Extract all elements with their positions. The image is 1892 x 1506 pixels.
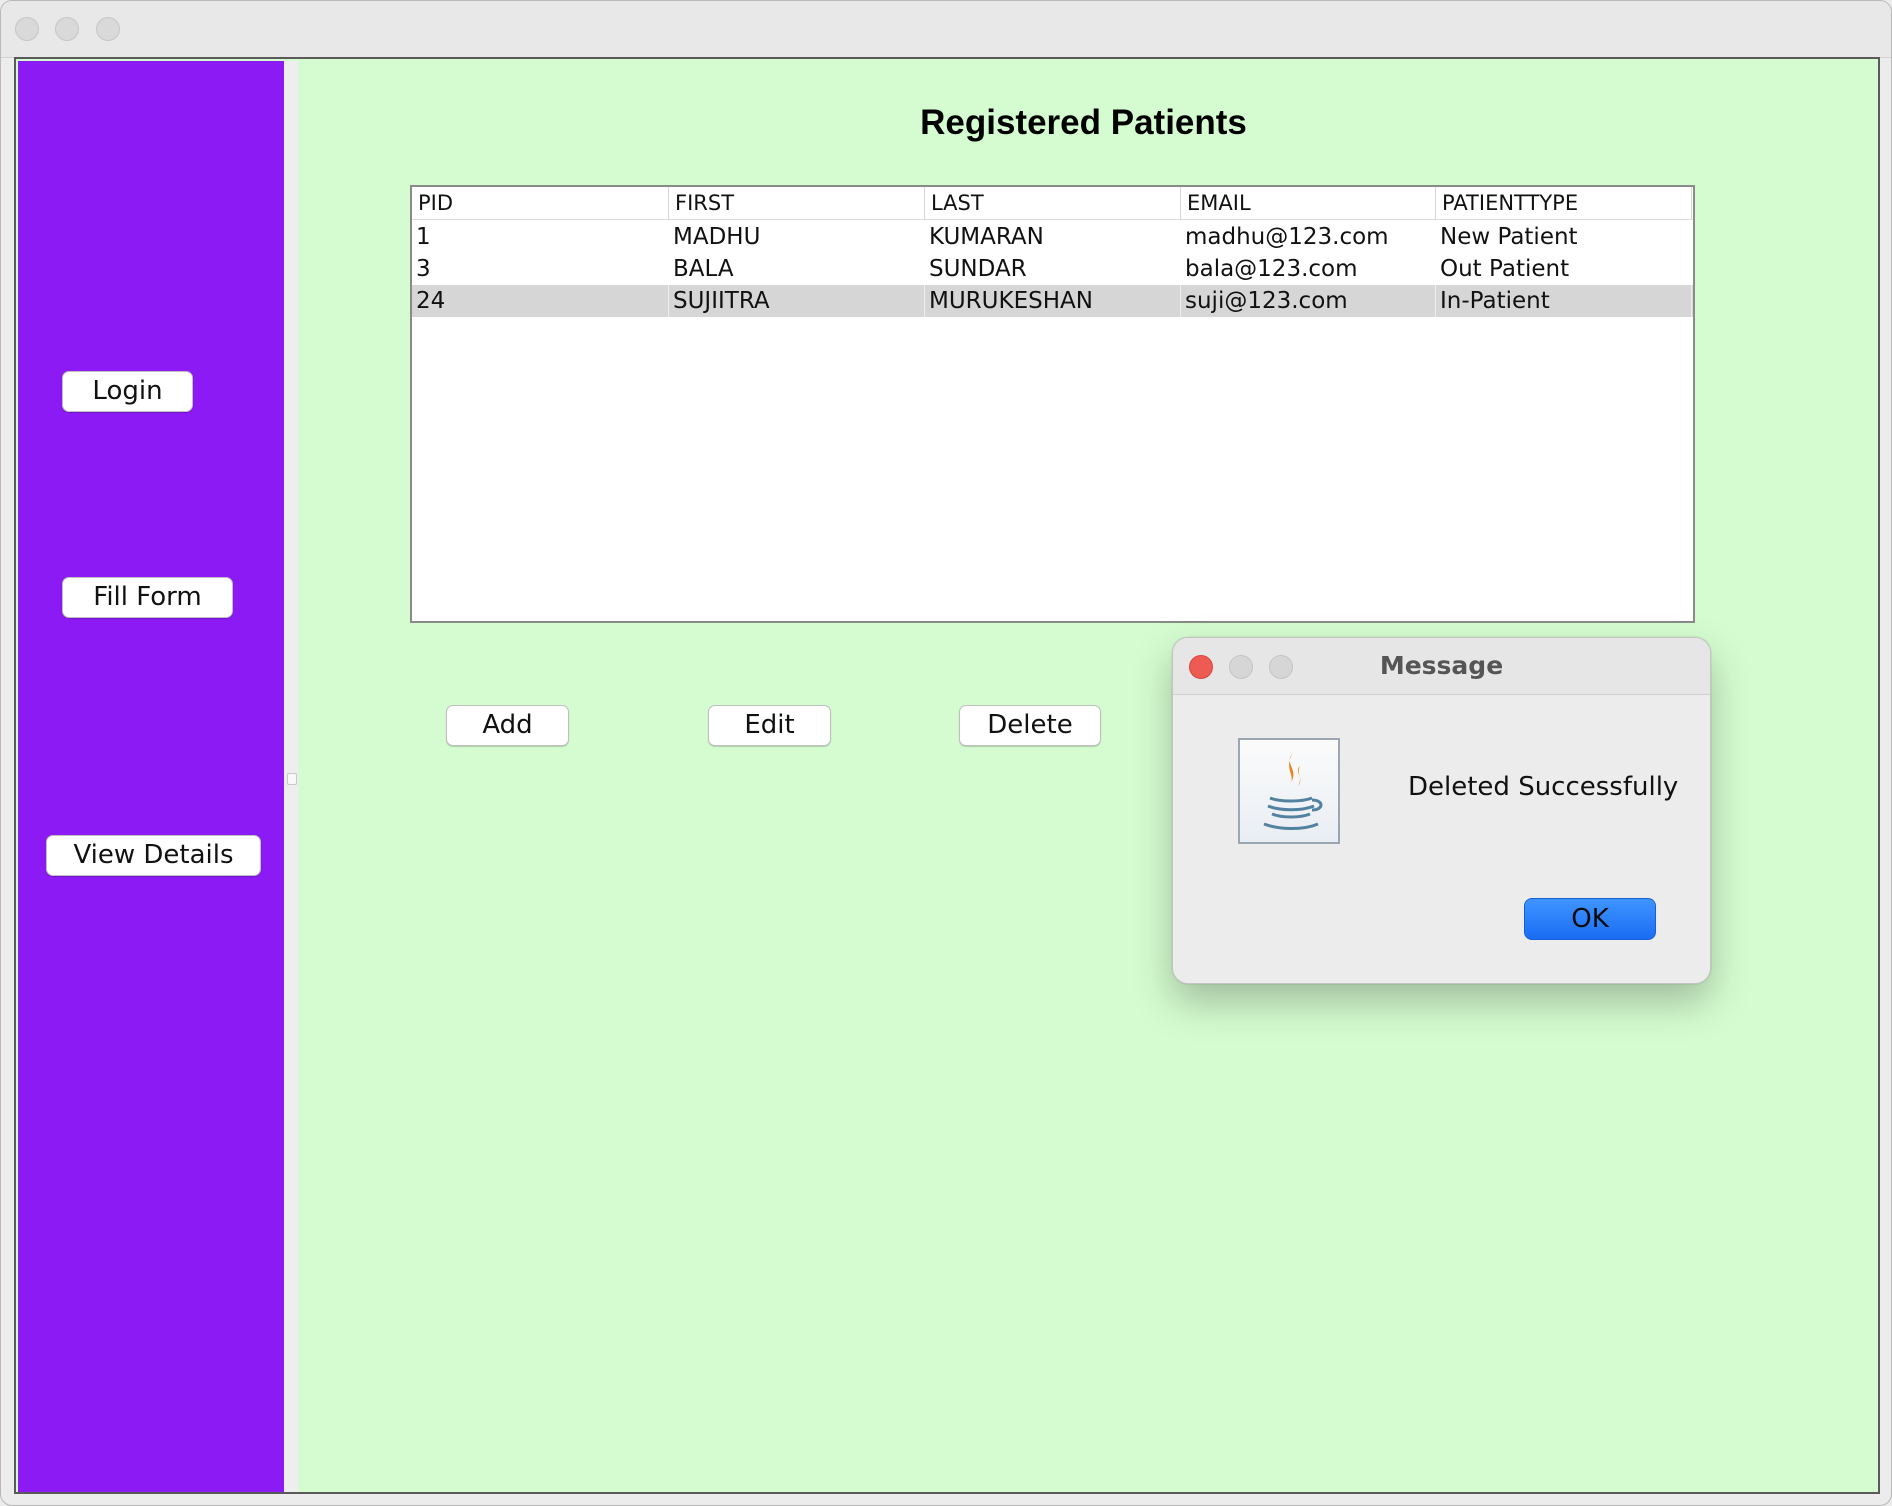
cell-last: KUMARAN bbox=[929, 224, 1044, 250]
page-title: Registered Patients bbox=[920, 103, 1247, 142]
dialog-message: Deleted Successfully bbox=[1408, 772, 1679, 802]
window-minimize-button[interactable] bbox=[55, 17, 79, 41]
patients-table[interactable]: PID FIRST LAST EMAIL PATIENTTYPE 1 MADHU… bbox=[410, 185, 1695, 623]
delete-button[interactable]: Delete bbox=[959, 705, 1101, 746]
ok-button[interactable]: OK bbox=[1524, 898, 1656, 940]
login-button[interactable]: Login bbox=[62, 371, 193, 412]
cell-patienttype: In-Patient bbox=[1436, 285, 1692, 317]
fill-form-button[interactable]: Fill Form bbox=[62, 577, 233, 618]
app-window: Login Fill Form View Details Registered … bbox=[0, 0, 1892, 1506]
dialog-titlebar: Message bbox=[1173, 638, 1710, 695]
cell-last: MURUKESHAN bbox=[925, 285, 1181, 317]
column-header-first[interactable]: FIRST bbox=[669, 187, 925, 219]
cell-pid: 1 bbox=[416, 224, 431, 250]
split-pane-divider[interactable] bbox=[284, 61, 298, 1492]
column-header-patienttype[interactable]: PATIENTTYPE bbox=[1436, 187, 1692, 219]
java-coffee-cup-icon bbox=[1238, 738, 1340, 844]
table-row-selected[interactable]: 24 SUJIITRA MURUKESHAN suji@123.com In-P… bbox=[412, 285, 1693, 317]
view-details-button[interactable]: View Details bbox=[46, 835, 261, 876]
window-zoom-button[interactable] bbox=[96, 17, 120, 41]
cell-pid: 3 bbox=[416, 256, 431, 282]
message-dialog: Message Deleted Successfully OK bbox=[1172, 637, 1711, 984]
column-header-email[interactable]: EMAIL bbox=[1181, 187, 1436, 219]
add-button[interactable]: Add bbox=[446, 705, 569, 746]
column-header-pid[interactable]: PID bbox=[412, 187, 669, 219]
cell-patienttype: New Patient bbox=[1440, 224, 1578, 250]
table-row[interactable]: 1 MADHU KUMARAN madhu@123.com New Patien… bbox=[412, 221, 1693, 253]
window-titlebar bbox=[1, 1, 1891, 58]
window-close-button[interactable] bbox=[15, 17, 39, 41]
cell-last: SUNDAR bbox=[929, 256, 1027, 282]
dialog-title: Message bbox=[1379, 651, 1504, 680]
column-header-last[interactable]: LAST bbox=[925, 187, 1181, 219]
cell-first: SUJIITRA bbox=[669, 285, 925, 317]
edit-button[interactable]: Edit bbox=[708, 705, 831, 746]
sidebar: Login Fill Form View Details bbox=[18, 61, 284, 1492]
cell-email: suji@123.com bbox=[1181, 285, 1436, 317]
table-header: PID FIRST LAST EMAIL PATIENTTYPE bbox=[412, 187, 1693, 220]
divider-handle[interactable] bbox=[287, 773, 297, 785]
cell-patienttype: Out Patient bbox=[1440, 256, 1570, 282]
cell-first: MADHU bbox=[673, 224, 761, 250]
cell-email: bala@123.com bbox=[1185, 256, 1358, 282]
cell-pid: 24 bbox=[412, 285, 669, 317]
cell-email: madhu@123.com bbox=[1185, 224, 1389, 250]
table-row[interactable]: 3 BALA SUNDAR bala@123.com Out Patient bbox=[412, 253, 1693, 285]
cell-first: BALA bbox=[673, 256, 734, 282]
